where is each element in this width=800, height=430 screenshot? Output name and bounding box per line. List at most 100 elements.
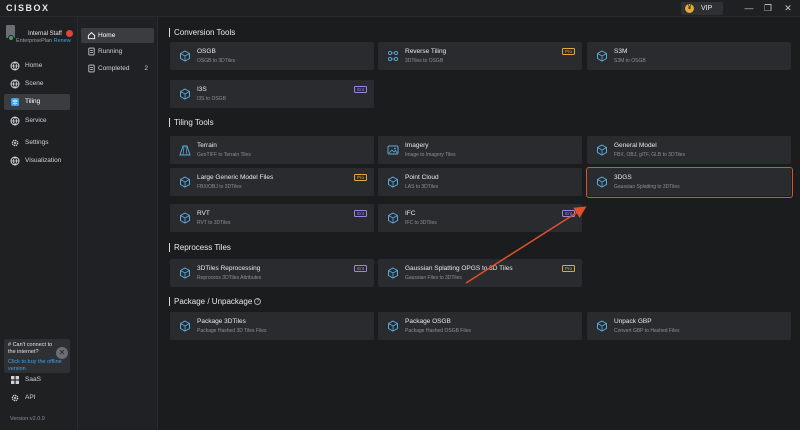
tool-card-description: OSGB to 3DTiles [197,58,236,64]
user-plan: EnterprisePlan Renew [16,38,71,44]
vip-button[interactable]: ¥ VIP [681,2,723,15]
help-icon[interactable]: ? [254,298,262,306]
buy-offline-link[interactable]: Click to buy the offline version [8,359,70,373]
minimize-icon[interactable]: — [742,2,756,15]
sidebar-item-label: Visualization [25,157,62,164]
tool-card-description: Gaussian Files to 3DTiles [405,275,462,281]
sidebar: Internal Staff EnterprisePlan Renew Home… [0,17,78,430]
tool-card-title: RVT [197,210,210,217]
tool-card-title: Imagery [405,142,429,149]
sidebar-item-api[interactable]: API [4,390,70,406]
tool-card-imagery[interactable]: Imagery Image to Imagery Tiles [378,136,582,164]
offline-promo-banner[interactable]: # Can't connect to the internet? Click t… [4,339,70,373]
sidebar-item-tiling[interactable]: Tiling [4,94,70,110]
sidebar-item-visualization[interactable]: Visualization [4,153,70,169]
renew-link[interactable]: Renew [54,38,71,44]
sidebar-item-label: Scene [25,80,44,87]
cube-icon [388,176,398,188]
cube-icon [180,176,190,188]
tool-card-title: 3DGS [614,174,632,181]
vip-label: VIP [701,5,713,12]
sidebar-item-scene[interactable]: Scene [4,76,70,92]
tool-card-ifc[interactable]: IFC IFC to 3DTiles Ent [378,204,582,232]
home-icon [87,32,96,40]
tool-card-description: FBX, OBJ, glTF, GLB to 3DTiles [614,152,685,158]
subnav-item-label: Running [98,48,123,55]
tool-card-osgb[interactable]: OSGB OSGB to 3DTiles [170,42,374,70]
sidebar-item-home[interactable]: Home [4,58,70,74]
layers-icon [11,98,19,106]
cube-icon [597,144,607,156]
tool-card-title: Point Cloud [405,174,439,181]
tool-card-title: Gaussian Splatting OPGS to 3D Tiles [405,265,513,272]
tool-card-description: Package Hashed 3D Tiles Files [197,328,267,334]
close-icon[interactable]: ✕ [781,2,795,15]
cube-icon [388,320,398,332]
cube-icon [180,212,190,224]
tool-card-title: Reverse Tiling [405,48,447,55]
cube-icon [180,88,190,100]
promo-text: # Can't connect to the internet? [8,342,53,355]
tool-card-rvt[interactable]: RVT RVT to 3DTiles Ent [170,204,374,232]
pro-badge: Pro [353,174,367,181]
tool-card-package-3dtiles[interactable]: Package 3DTiles Package Hashed 3D Tiles F… [170,312,374,340]
tool-card-3dgs[interactable]: 3DGS Gaussian Splatting to 3DTiles [587,168,791,196]
subnav-item-running[interactable]: Running [81,44,154,59]
tool-card-package-osgb[interactable]: Package OSGB Package Hashed OSGB Files [378,312,582,340]
user-name: Internal Staff [28,31,62,37]
section-title-reprocess-tiles: Reprocess Tiles [169,243,231,252]
tool-card-large-generic-model-files[interactable]: Large Generic Model Files FBX/OBJ to 3DTi… [170,168,374,196]
maximize-icon[interactable]: ❐ [761,2,775,15]
cube-icon [388,267,398,279]
tool-card-title: General Model [614,142,657,149]
section-title-text: Package / Unpackage [174,297,253,306]
sidebar-item-label: Settings [25,139,49,146]
tool-card-terrain[interactable]: Terrain GeoTIFF to Terrain Tiles [170,136,374,164]
tool-card-i3s[interactable]: I3S I3S to OSGB Ent [170,80,374,108]
tool-card-title: 3DTiles Reprocessing [197,265,261,272]
tool-card-description: Gaussian Splatting to 3DTiles [614,184,680,190]
enterprise-badge: Ent [562,210,575,217]
subnav-item-home[interactable]: Home [81,28,154,43]
close-promo-icon[interactable]: ✕ [56,347,68,359]
tool-card-description: Image to Imagery Tiles [405,152,456,158]
sidebar-item-service[interactable]: Service [4,113,70,129]
tool-card-description: 3DTiles to OSGB [405,58,444,64]
cube-icon [597,176,607,188]
subnav-item-completed[interactable]: Completed 2 [81,61,154,76]
sidebar-item-saas[interactable]: SaaS [4,372,70,388]
tool-card-gaussian-splatting-opgs-to-3d-tiles[interactable]: Gaussian Splatting OPGS to 3D Tiles Gauss… [378,259,582,287]
image-icon [387,145,399,155]
subnav-item-label: Completed [98,65,130,72]
gear-icon [11,139,19,147]
version-label: Version:v2.0.9 [10,416,45,422]
sidebar-item-label: Home [25,62,43,69]
tool-card-general-model[interactable]: General Model FBX, OBJ, glTF, GLB to 3DTi… [587,136,791,164]
enterprise-badge: Ent [354,210,367,217]
pro-badge: Pro [561,265,575,272]
tool-card-3dtiles-reprocessing[interactable]: 3DTiles Reprocessing Reprocess 3DTiles At… [170,259,374,287]
tool-card-unpack-gbp[interactable]: Unpack GBP Convert GBP to Hashed Files [587,312,791,340]
tool-card-reverse-tiling[interactable]: Reverse Tiling 3DTiles to OSGB Pro [378,42,582,70]
title-bar: CISBOX ¥ VIP — ❐ ✕ [0,0,800,17]
app-logo: CISBOX [6,3,50,13]
pro-badge: Pro [561,48,575,55]
tool-card-title: Large Generic Model Files [197,174,274,181]
tool-card-description: GeoTIFF to Terrain Tiles [197,152,251,158]
enterprise-badge: Ent [354,86,367,93]
enterprise-badge: Ent [354,265,367,272]
tool-card-s3m[interactable]: S3M S3M to OSGB [587,42,791,70]
document-icon [88,64,95,73]
sidebar-item-settings[interactable]: Settings [4,135,70,151]
subnav-item-label: Home [98,32,116,39]
tool-card-description: I3S to OSGB [197,96,226,102]
cube-icon [597,320,607,332]
sidebar-item-label: API [25,394,36,401]
tool-card-title: IFC [405,210,416,217]
tool-card-description: Convert GBP to Hashed Files [614,328,680,334]
user-profile[interactable]: Internal Staff EnterprisePlan Renew [6,23,76,53]
tool-card-title: S3M [614,48,628,55]
sub-navigation: Home Running Completed 2 [78,17,158,430]
cube-icon [180,50,190,62]
tool-card-point-cloud[interactable]: Point Cloud LAS to 3DTiles [378,168,582,196]
